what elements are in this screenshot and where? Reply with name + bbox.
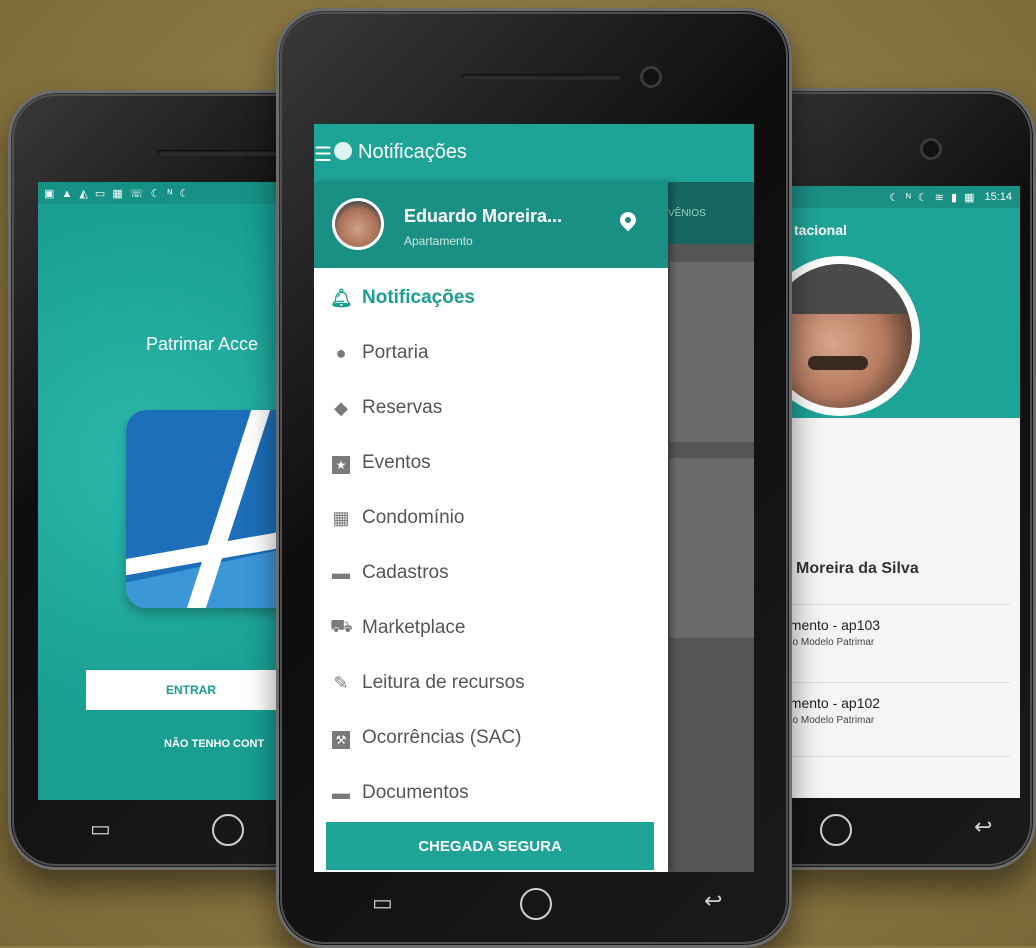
- profile-screen: ☾ ᴺ ☾ ≋ ▮ ▦ 15:14 tacional Moreira da Si…: [790, 186, 1020, 798]
- unit-list-item[interactable]: amento - ap103 ínio Modelo Patrimar: [790, 604, 1010, 648]
- menu-item-label: Ocorrências (SAC): [362, 727, 522, 748]
- menu-item-label: Notificações: [362, 287, 475, 308]
- recent-apps-icon[interactable]: ▭: [90, 818, 111, 840]
- user-type: Apartamento: [404, 234, 473, 248]
- unit-list-item[interactable]: amento - ap102 ínio Modelo Patrimar: [790, 682, 1010, 726]
- behind-tab: VÊNIOS: [664, 182, 754, 244]
- status-bar: ☾ ᴺ ☾ ≋ ▮ ▦ 15:14: [790, 186, 1020, 208]
- location-pin-icon[interactable]: [616, 208, 640, 232]
- building-icon: ▦: [332, 507, 350, 528]
- unit-subtitle: ínio Modelo Patrimar: [790, 637, 875, 648]
- behind-card: [670, 262, 754, 442]
- patrimar-logo: [126, 410, 294, 608]
- header-title: tacional: [794, 222, 847, 238]
- cart-icon: ⛟: [330, 616, 353, 636]
- back-icon[interactable]: ↩: [974, 816, 992, 838]
- status-bar: ▣ ▲ ◭ ▭ ▦ ☏ ☾ ᴺ ☾: [38, 182, 294, 204]
- menu-item-label: Marketplace: [362, 617, 466, 638]
- center-phone: ☰ Notificações VÊNIOS Eduardo Moreira...…: [276, 8, 792, 948]
- menu-item-reservas[interactable]: ◆ Reservas: [330, 388, 442, 428]
- status-time: 15:14: [984, 191, 1012, 203]
- menu-icon[interactable]: ☰: [314, 142, 332, 167]
- bell-icon: 🔔︎: [330, 287, 353, 308]
- app-title: Patrimar Acce: [146, 334, 259, 354]
- navigation-drawer: Eduardo Moreira... Apartamento 🔔︎ Notifi…: [314, 182, 668, 872]
- person-icon: ●: [335, 342, 347, 363]
- star-box-icon: ★: [330, 453, 352, 474]
- unit-title: amento - ap103: [790, 617, 881, 633]
- drawer-screen: ☰ Notificações VÊNIOS Eduardo Moreira...…: [314, 124, 754, 872]
- back-icon[interactable]: ↩: [704, 890, 722, 912]
- unit-subtitle: ínio Modelo Patrimar: [790, 715, 875, 726]
- speaker-grille: [462, 74, 622, 80]
- menu-item-label: Condomínio: [362, 507, 465, 528]
- wrench-box-icon: ⚒: [330, 728, 352, 749]
- status-icons: ☾ ᴺ ☾ ≋ ▮ ▦: [889, 191, 977, 204]
- user-name: Eduardo Moreira...: [404, 206, 563, 226]
- menu-item-label: Portaria: [362, 342, 429, 363]
- menu-item-label: Cadastros: [362, 562, 449, 583]
- app-bar-title: Notificações: [358, 141, 467, 163]
- menu-item-condominio[interactable]: ▦ Condomínio: [330, 498, 464, 538]
- front-camera: [920, 138, 942, 160]
- home-button[interactable]: [212, 814, 244, 846]
- profile-name: Moreira da Silva: [796, 560, 919, 577]
- login-screen: ▣ ▲ ◭ ▭ ▦ ☏ ☾ ᴺ ☾ Patrimar Acce ENTRAR N…: [38, 182, 294, 800]
- folder-closed-icon: ▬: [332, 782, 350, 803]
- divider: [790, 756, 1010, 757]
- menu-item-label: Eventos: [362, 452, 431, 473]
- menu-item-label: Leitura de recursos: [362, 672, 525, 693]
- home-button[interactable]: [520, 888, 552, 920]
- menu-item-portaria[interactable]: ● Portaria: [330, 333, 429, 373]
- behind-card: [670, 458, 754, 638]
- app-bar: ☰ Notificações: [314, 124, 754, 182]
- tag-icon: ◆: [334, 397, 348, 418]
- menu-item-notificacoes[interactable]: 🔔︎ Notificações: [330, 278, 475, 318]
- enter-button[interactable]: ENTRAR: [86, 670, 294, 710]
- user-avatar: [332, 198, 384, 250]
- menu-item-marketplace[interactable]: ⛟ Marketplace: [330, 608, 466, 648]
- menu-item-label: Documentos: [362, 782, 469, 803]
- menu-item-ocorrencias[interactable]: ⚒ Ocorrências (SAC): [330, 718, 521, 758]
- speaker-grille: [158, 150, 278, 156]
- menu-item-leitura-de-recursos[interactable]: ✎ Leitura de recursos: [330, 663, 525, 703]
- recent-apps-icon[interactable]: ▭: [372, 892, 393, 914]
- no-account-link[interactable]: NÃO TENHO CONT: [164, 738, 264, 750]
- menu-item-cadastros[interactable]: ▬ Cadastros: [330, 553, 449, 593]
- safe-arrival-button[interactable]: CHEGADA SEGURA: [326, 822, 654, 870]
- drawer-header[interactable]: Eduardo Moreira... Apartamento: [314, 182, 668, 268]
- home-button[interactable]: [820, 814, 852, 846]
- unit-title: amento - ap102: [790, 695, 881, 711]
- pencil-icon: ✎: [333, 672, 349, 693]
- menu-item-eventos[interactable]: ★ Eventos: [330, 443, 431, 483]
- folder-icon: ▬: [332, 562, 350, 583]
- menu-item-documentos[interactable]: ▬ Documentos: [330, 773, 469, 813]
- menu-item-label: Reservas: [362, 397, 443, 418]
- front-camera: [640, 66, 662, 88]
- app-logo-icon: [334, 142, 352, 160]
